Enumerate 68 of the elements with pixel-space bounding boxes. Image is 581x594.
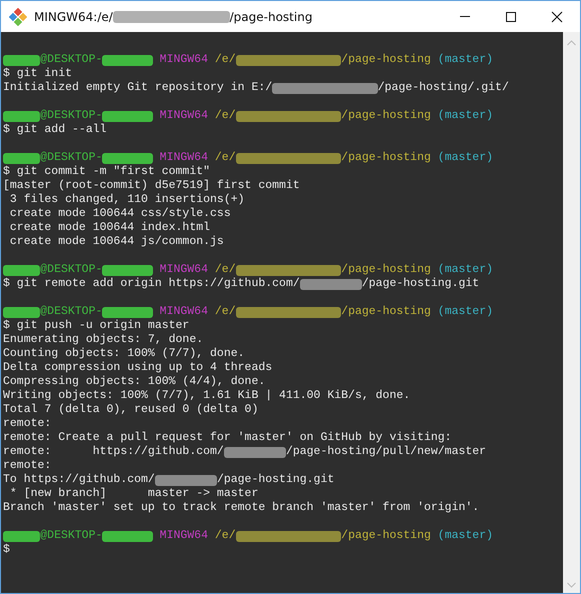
terminal-text: create mode 100644 css/style.css — [8, 207, 231, 221]
terminal-text: /page-hosting — [341, 53, 431, 67]
terminal-text: (master) — [436, 151, 494, 165]
terminal-text: remote: Create a pull request for 'master' on GitHub by visiting: — [3, 431, 452, 445]
terminal-text: Writing objects: 100% (7/7), 1.61 KiB | 411.00 KiB/s, done. — [3, 389, 410, 403]
terminal-text: Delta compression using up to 4 threads — [3, 361, 272, 375]
terminal-text: /page-hosting/.git/ — [378, 81, 509, 95]
terminal-text: $ git init — [3, 67, 72, 81]
terminal-text: @DESKTOP- — [40, 263, 102, 277]
terminal-text: @DESKTOP- — [40, 529, 102, 543]
terminal-text: $ — [3, 543, 10, 557]
terminal-text: /page-hosting — [341, 109, 431, 123]
scroll-down-icon[interactable] — [567, 582, 576, 588]
terminal-text: MINGW64 — [158, 53, 208, 67]
terminal-text: (master) — [436, 263, 494, 277]
minimize-icon — [460, 16, 470, 17]
terminal-text: /e/ — [214, 53, 236, 67]
terminal-text: /e/ — [214, 263, 236, 277]
terminal-text: Total 7 (delta 0), reused 0 (delta 0) — [3, 403, 258, 417]
terminal-text: MINGW64 — [158, 529, 208, 543]
terminal-text: /page-hosting.git — [216, 473, 334, 487]
terminal-text: @DESKTOP- — [40, 151, 102, 165]
terminal-text: /page-hosting — [341, 263, 431, 277]
terminal-text: create mode 100644 index.html — [8, 221, 210, 235]
terminal-text: @DESKTOP- — [40, 53, 102, 67]
terminal-text: /page-hosting/pull/new/master — [286, 445, 486, 459]
terminal-text: To https://github.com/ — [3, 473, 155, 487]
terminal-text: remote: — [3, 417, 52, 431]
terminal-text: MINGW64 — [158, 263, 208, 277]
window-title: /page-hosting — [230, 10, 312, 24]
terminal-text: Enumerating objects: 7, done. — [3, 333, 204, 347]
terminal-text: create mode 100644 js/common.js — [8, 235, 224, 249]
terminal-text: $ git push -u origin master — [3, 319, 190, 333]
terminal-text: (master) — [436, 305, 494, 319]
terminal-text: $ git add --all — [3, 123, 107, 137]
terminal-text: /e/ — [214, 529, 236, 543]
terminal-text: $ git commit -m "first commit" — [3, 165, 210, 179]
app-icon — [9, 8, 27, 26]
terminal-text: /page-hosting — [341, 305, 431, 319]
terminal-text: /e/ — [214, 151, 236, 165]
close-icon — [551, 10, 563, 22]
terminal-text: (master) — [436, 109, 494, 123]
terminal-text: MINGW64 — [158, 151, 208, 165]
terminal-text: 3 files changed, 110 insertions(+) — [8, 193, 245, 207]
terminal-text: MINGW64 — [158, 305, 208, 319]
terminal-text: Counting objects: 100% (7/7), done. — [3, 347, 245, 361]
terminal-text: Initialized empty Git repository in E:/ — [3, 81, 272, 95]
terminal-text: /e/ — [214, 109, 236, 123]
terminal-text: /page-hosting — [341, 151, 431, 165]
terminal-text: remote: — [3, 459, 52, 473]
terminal-text: remote: https://github.com/ — [3, 445, 224, 459]
terminal-text: [master (root-commit) d5e7519] first commit — [3, 179, 300, 193]
terminal-text: @DESKTOP- — [40, 305, 102, 319]
maximize-icon — [505, 10, 517, 22]
terminal-text: * [new branch] master -> master — [8, 487, 258, 501]
terminal-text: Compressing objects: 100% (4/4), done. — [3, 375, 266, 389]
terminal-text: /page-hosting — [341, 529, 431, 543]
terminal-text: @DESKTOP- — [40, 109, 102, 123]
terminal-text: $ git remote add origin https://github.com/ — [3, 277, 300, 291]
terminal-text: /page-hosting.git — [362, 277, 480, 291]
terminal-text: (master) — [436, 53, 494, 67]
terminal-text: /e/ — [214, 305, 236, 319]
terminal-text: (master) — [436, 529, 494, 543]
scroll-up-icon[interactable] — [567, 40, 576, 46]
window-title: MINGW64:/e/ — [34, 10, 113, 24]
terminal-text: Branch 'master' set up to track remote branch 'master' from 'origin'. — [3, 501, 480, 515]
scrollbar[interactable] — [563, 32, 580, 593]
terminal-text: MINGW64 — [158, 109, 208, 123]
